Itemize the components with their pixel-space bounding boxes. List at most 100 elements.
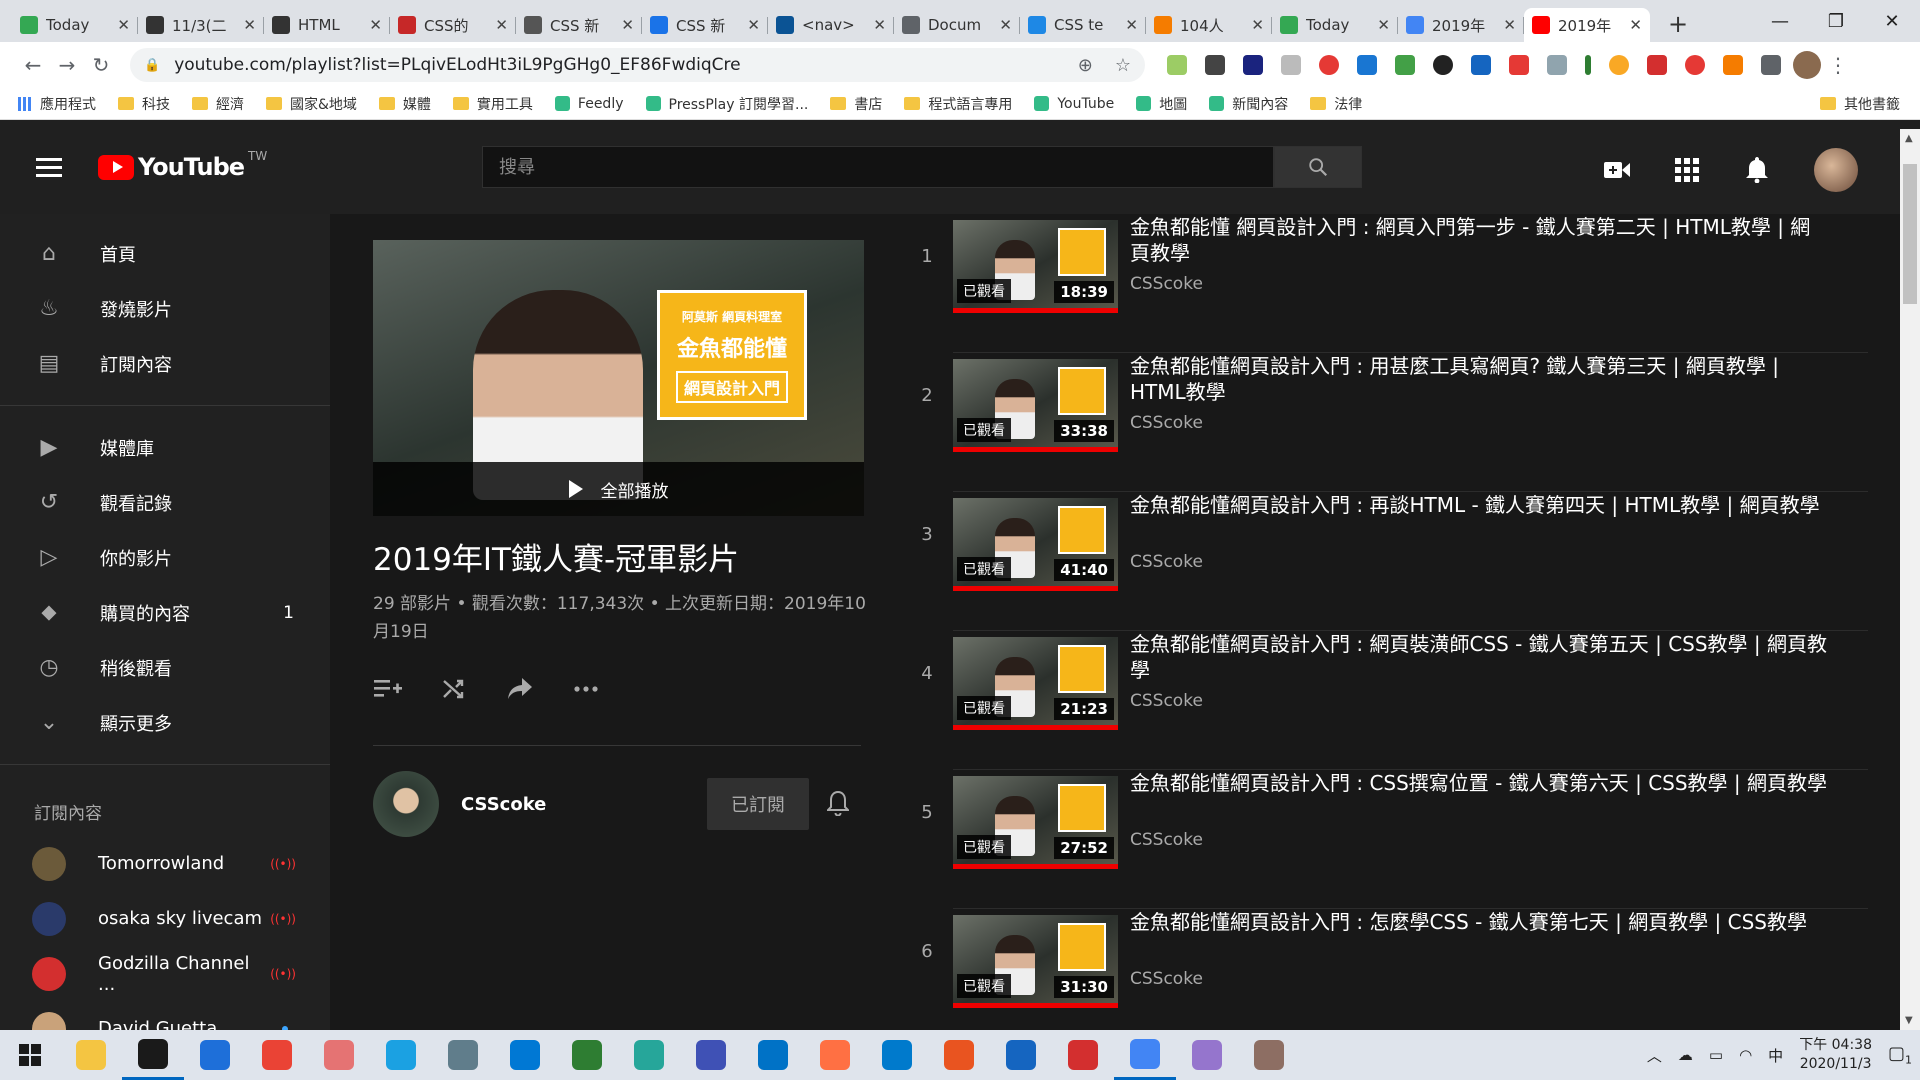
playlist-video-row[interactable]: 5 已觀看 27:52 金魚都能懂網頁設計入門 : CSS撰寫位置 - 鐵人賽第六天 …	[903, 770, 1868, 909]
subscription-item[interactable]: David Guetta	[0, 1001, 330, 1030]
extension-icon[interactable]	[1395, 55, 1415, 75]
taskbar-app-icon[interactable]	[1238, 1030, 1300, 1080]
maximize-icon[interactable]: ❐	[1808, 0, 1864, 42]
bookmark-item[interactable]: 程式語言專用	[904, 94, 1012, 114]
sidebar-item-library[interactable]: ▶ 媒體庫	[0, 420, 330, 475]
other-bookmarks[interactable]: 其他書籤	[1820, 94, 1900, 114]
youtube-logo[interactable]: YouTube TW	[98, 149, 267, 181]
more-vert-icon[interactable]: ⋮	[1821, 53, 1855, 77]
extension-icon[interactable]	[1647, 55, 1667, 75]
apps-grid-icon[interactable]	[1674, 157, 1700, 183]
playlist-video-row[interactable]: 6 已觀看 31:30 金魚都能懂網頁設計入門 : 怎麼學CSS - 鐵人賽第七天 |…	[903, 909, 1868, 1030]
sidebar-item-subscriptions[interactable]: ▤ 訂閱內容	[0, 336, 330, 391]
subscription-item[interactable]: Godzilla Channel ... ((•))	[0, 946, 330, 1001]
video-channel[interactable]: CSScoke	[1130, 691, 1203, 711]
taskbar-app-icon[interactable]	[556, 1030, 618, 1080]
video-title[interactable]: 金魚都能懂網頁設計入門 : 用甚麼工具寫網頁? 鐵人賽第三天 | 網頁教學 | …	[1130, 353, 1830, 405]
hamburger-menu-icon[interactable]	[36, 157, 62, 177]
extension-icon[interactable]	[1433, 55, 1453, 75]
zoom-icon[interactable]: ⊕	[1078, 55, 1093, 76]
video-title[interactable]: 金魚都能懂 網頁設計入門 : 網頁入門第一步 - 鐵人賽第二天 | HTML教學…	[1130, 214, 1830, 266]
sidebar-item-watch-later[interactable]: ◷ 稍後觀看	[0, 640, 330, 695]
video-channel[interactable]: CSScoke	[1130, 413, 1203, 433]
playlist-thumbnail[interactable]: 阿莫斯 網頁料理室 金魚都能懂 網頁設計入門 全部播放	[373, 240, 864, 516]
bookmark-item[interactable]: YouTube	[1034, 96, 1114, 112]
taskbar-app-icon[interactable]	[246, 1030, 308, 1080]
video-channel[interactable]: CSScoke	[1130, 969, 1203, 989]
taskbar-app-icon[interactable]	[928, 1030, 990, 1080]
cloud-icon[interactable]: ☁	[1678, 1046, 1693, 1064]
tab-close-icon[interactable]: ✕	[1629, 16, 1642, 34]
video-title[interactable]: 金魚都能懂網頁設計入門 : 網頁裝潢師CSS - 鐵人賽第五天 | CSS教學 …	[1130, 631, 1830, 683]
taskbar-app-icon[interactable]	[60, 1030, 122, 1080]
sidebar-item-home[interactable]: ⌂ 首頁	[0, 226, 330, 281]
browser-tab[interactable]: <nav> ✕	[768, 8, 894, 42]
bookmark-item[interactable]: 國家&地域	[266, 94, 357, 114]
browser-tab[interactable]: 2019年 ✕	[1398, 8, 1524, 42]
browser-tab[interactable]: Docum ✕	[894, 8, 1020, 42]
forward-icon[interactable]: →	[50, 53, 84, 77]
browser-tab[interactable]: 2019年 ✕	[1524, 8, 1650, 42]
extension-icon[interactable]	[1471, 55, 1491, 75]
browser-tab[interactable]: CSS 新 ✕	[642, 8, 768, 42]
taskbar-app-icon[interactable]	[680, 1030, 742, 1080]
sidebar-item-chevron-down[interactable]: ⌄ 顯示更多	[0, 695, 330, 750]
battery-icon[interactable]: ▭	[1709, 1046, 1723, 1064]
bookmark-item[interactable]: 地圖	[1136, 94, 1187, 114]
taskbar-app-icon[interactable]	[804, 1030, 866, 1080]
browser-tab[interactable]: HTML ✕	[264, 8, 390, 42]
notification-bell-icon[interactable]	[825, 790, 851, 817]
video-title[interactable]: 金魚都能懂網頁設計入門 : 再談HTML - 鐵人賽第四天 | HTML教學 |…	[1130, 492, 1830, 518]
bookmark-item[interactable]: 實用工具	[452, 94, 533, 114]
sidebar-item-history[interactable]: ↺ 觀看記錄	[0, 475, 330, 530]
video-thumbnail[interactable]: 已觀看 27:52	[953, 776, 1118, 869]
extension-icon[interactable]	[1547, 55, 1567, 75]
metamask-icon[interactable]	[1723, 55, 1743, 75]
taskbar-app-icon[interactable]	[122, 1030, 184, 1080]
sidebar-item-trending[interactable]: ♨ 發燒影片	[0, 281, 330, 336]
url-text[interactable]: youtube.com/playlist?list=PLqivELodHt3iL…	[174, 55, 1056, 75]
taskbar-app-icon[interactable]	[432, 1030, 494, 1080]
start-button[interactable]	[0, 1030, 60, 1080]
video-channel[interactable]: CSScoke	[1130, 552, 1203, 572]
video-title[interactable]: 金魚都能懂網頁設計入門 : CSS撰寫位置 - 鐵人賽第六天 | CSS教學 |…	[1130, 770, 1830, 796]
owner-name[interactable]: CSScoke	[461, 794, 546, 815]
bookmark-item[interactable]: 經濟	[192, 94, 244, 114]
scroll-thumb[interactable]	[1903, 164, 1917, 304]
extension-icon[interactable]	[1357, 55, 1377, 75]
playlist-video-row[interactable]: 1 已觀看 18:39 金魚都能懂 網頁設計入門 : 網頁入門第一步 - 鐵人賽第二天…	[903, 214, 1868, 353]
video-channel[interactable]: CSScoke	[1130, 274, 1203, 294]
subscription-item[interactable]: Tomorrowland ((•))	[0, 836, 330, 891]
browser-tab[interactable]: CSS te ✕	[1020, 8, 1146, 42]
bookmark-item[interactable]: Feedly	[554, 96, 624, 112]
minimize-icon[interactable]: —	[1752, 0, 1808, 42]
new-tab-button[interactable]: +	[1668, 10, 1688, 38]
browser-tab[interactable]: Today ✕	[12, 8, 138, 42]
playlist-video-row[interactable]: 4 已觀看 21:23 金魚都能懂網頁設計入門 : 網頁裝潢師CSS - 鐵人賽第五天…	[903, 631, 1868, 770]
playlist-video-row[interactable]: 3 已觀看 41:40 金魚都能懂網頁設計入門 : 再談HTML - 鐵人賽第四天 |…	[903, 492, 1868, 631]
bookmark-item[interactable]: 媒體	[378, 94, 431, 114]
extension-icon[interactable]	[1509, 55, 1529, 75]
taskbar-app-icon[interactable]	[1052, 1030, 1114, 1080]
playlist-video-row[interactable]: 2 已觀看 33:38 金魚都能懂網頁設計入門 : 用甚麼工具寫網頁? 鐵人賽第三天 …	[903, 353, 1868, 492]
tab-close-icon[interactable]: ✕	[873, 16, 886, 34]
scroll-down-icon[interactable]: ▼	[1905, 1015, 1913, 1026]
video-thumbnail[interactable]: 已觀看 41:40	[953, 498, 1118, 591]
extension-icon[interactable]	[1167, 55, 1187, 75]
video-thumbnail[interactable]: 已觀看 21:23	[953, 637, 1118, 730]
video-thumbnail[interactable]: 已觀看 33:38	[953, 359, 1118, 452]
tab-close-icon[interactable]: ✕	[243, 16, 256, 34]
scroll-up-icon[interactable]: ▲	[1905, 133, 1913, 144]
bookmark-star-icon[interactable]: ☆	[1115, 55, 1131, 76]
tab-close-icon[interactable]: ✕	[999, 16, 1012, 34]
tab-close-icon[interactable]: ✕	[495, 16, 508, 34]
extension-icon[interactable]	[1281, 55, 1301, 75]
taskbar-app-icon[interactable]	[494, 1030, 556, 1080]
tab-close-icon[interactable]: ✕	[1377, 16, 1390, 34]
extension-icon[interactable]	[1585, 55, 1591, 75]
back-icon[interactable]: ←	[16, 53, 50, 77]
extension-icon[interactable]	[1205, 55, 1225, 75]
taskbar-app-icon[interactable]	[990, 1030, 1052, 1080]
tab-close-icon[interactable]: ✕	[747, 16, 760, 34]
notifications-bell-icon[interactable]	[1744, 157, 1770, 183]
